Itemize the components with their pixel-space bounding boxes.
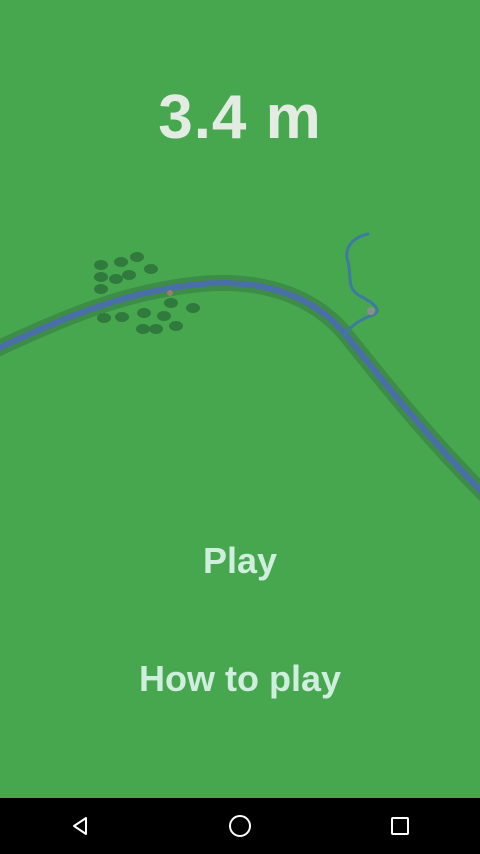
river-path xyxy=(0,280,480,495)
home-circle-icon xyxy=(229,815,251,837)
app-screen: 3.4 m Play How to play xyxy=(0,0,480,854)
tributary-stream xyxy=(342,232,379,338)
recents-square-icon xyxy=(391,817,409,835)
play-button[interactable]: Play xyxy=(0,540,480,582)
distance-display: 3.4 m xyxy=(158,83,322,152)
home-button[interactable] xyxy=(210,798,270,854)
rock-marker xyxy=(367,307,375,315)
system-nav-bar xyxy=(0,798,480,854)
back-button[interactable] xyxy=(50,798,110,854)
recents-button[interactable] xyxy=(370,798,430,854)
back-triangle-icon xyxy=(73,817,87,835)
rock-marker xyxy=(167,290,173,296)
how-to-play-button[interactable]: How to play xyxy=(0,658,480,700)
game-area: 3.4 m Play How to play xyxy=(0,0,480,798)
